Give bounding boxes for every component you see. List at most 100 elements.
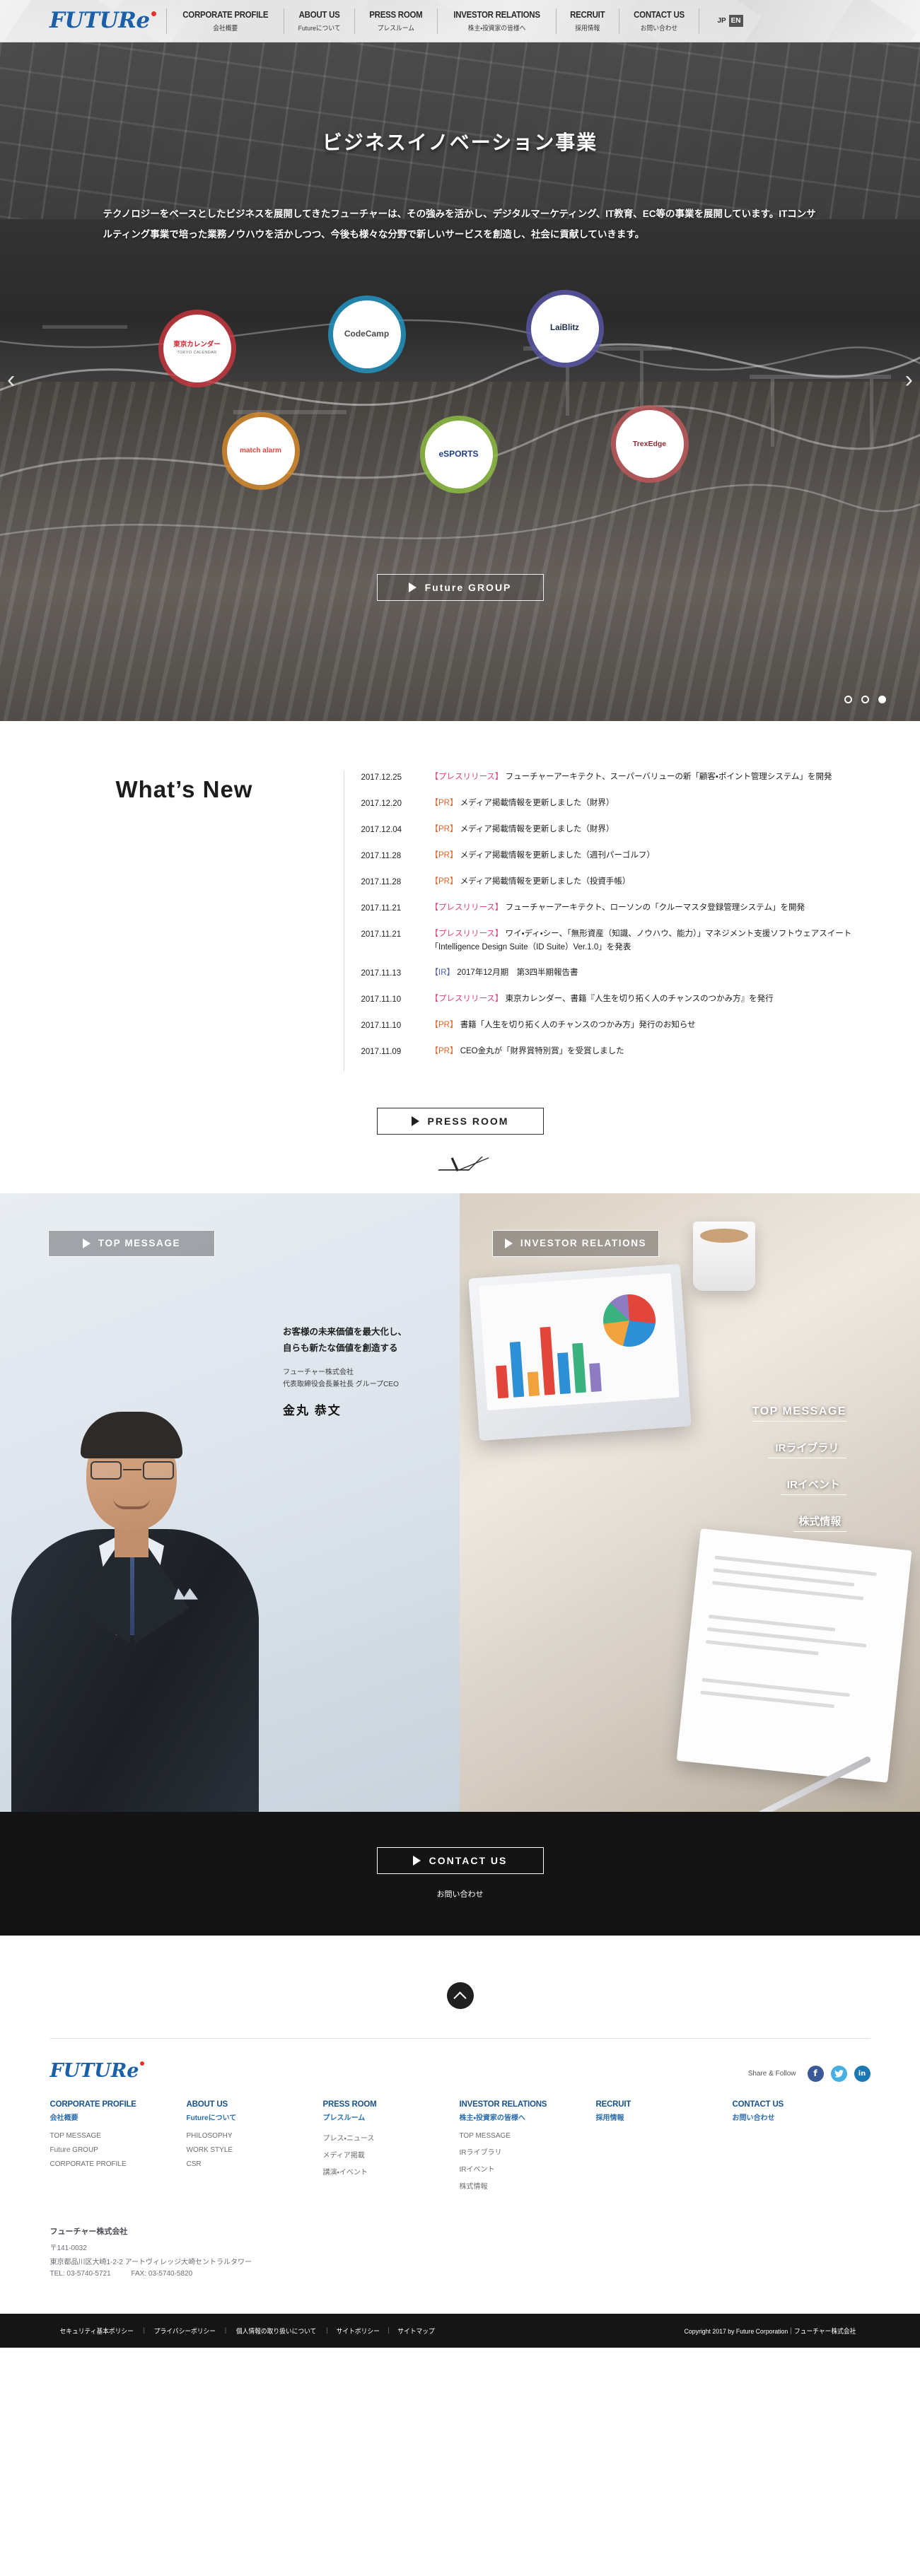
hero-future-group-button[interactable]: Future GROUP <box>376 574 544 601</box>
brand-logo-esports[interactable]: eSPORTS <box>419 416 498 493</box>
legal-link-site-policy[interactable]: サイトポリシー <box>337 2326 380 2336</box>
sitemap-link[interactable]: 講演・イベント <box>323 2166 460 2177</box>
back-to-top[interactable] <box>0 1964 920 2038</box>
nav-item-investor-relations[interactable]: INVESTOR RELATIONS 株主・投資家の皆様へ <box>438 10 556 33</box>
sitemap-link[interactable]: IRイベント <box>460 2163 596 2174</box>
slider-next-arrow[interactable]: › <box>905 368 913 392</box>
sitemap-title-jp[interactable]: 採用情報 <box>596 2112 733 2122</box>
sitemap-title-en[interactable]: RECRUIT <box>596 2100 733 2109</box>
linkedin-icon[interactable]: in <box>854 2065 870 2082</box>
slider-dot-1[interactable] <box>844 696 852 703</box>
ceo-hair <box>81 1411 182 1458</box>
scroll-down-chevron[interactable] <box>0 1156 920 1193</box>
news-item[interactable]: 2017.11.21 【プレスリリース】 ワイ・ディ・シー、「無形資産（知識、ノ… <box>361 927 860 954</box>
news-text: 【PR】 CEO金丸が「財界賞特別賞」を受賞しました <box>422 1045 624 1059</box>
nav-item-corporate-profile[interactable]: CORPORATE PROFILE 会社概要 <box>167 10 284 33</box>
site-logo[interactable]: FUTURe <box>50 10 156 32</box>
news-text: 【プレスリリース】 ワイ・ディ・シー、「無形資産（知識、ノウハウ、能力）」マネジ… <box>422 927 860 954</box>
company-tel: TEL: 03-5740-5721 <box>50 2269 111 2278</box>
news-item[interactable]: 2017.11.10 【プレスリリース】 東京カレンダー、書籍『人生を切り拓く人… <box>361 993 860 1007</box>
news-item[interactable]: 2017.12.20 【PR】 メディア掲載情報を更新しました（財界） <box>361 797 860 811</box>
sitemap-title-jp[interactable]: Futureについて <box>187 2112 323 2122</box>
nav-label-en: CORPORATE PROFILE <box>182 9 268 20</box>
sitemap-link[interactable]: WORK STYLE <box>187 2146 323 2154</box>
nav-item-recruit[interactable]: RECRUIT 採用情報 <box>557 10 618 33</box>
sitemap-title-jp[interactable]: 株主・投資家の皆様へ <box>460 2112 596 2122</box>
twitter-icon[interactable] <box>830 2065 847 2082</box>
ir-link-top-message[interactable]: TOP MESSAGE <box>752 1405 846 1422</box>
top-message-button[interactable]: TOP MESSAGE <box>48 1229 215 1257</box>
legal-link-privacy-policy[interactable]: プライバシーポリシー <box>154 2326 216 2336</box>
news-date: 2017.11.09 <box>361 1047 402 1056</box>
legal-link-personal-info[interactable]: 個人情報の取り扱いについて <box>236 2326 316 2336</box>
sitemap-title-jp[interactable]: 会社概要 <box>50 2112 187 2122</box>
lang-button-jp[interactable]: JP <box>715 15 729 27</box>
investor-relations-panel[interactable]: INVESTOR RELATIONS TOP MESSAGE IRライブラリ I… <box>460 1193 920 1812</box>
ir-link-events[interactable]: IRイベント <box>780 1477 846 1495</box>
ir-link-library[interactable]: IRライブラリ <box>767 1440 846 1458</box>
contact-us-button[interactable]: CONTACT US <box>376 1847 544 1875</box>
top-message-panel[interactable]: TOP MESSAGE お客様の未来価値を最大化し、 自らも新たな価値を創造する… <box>0 1193 460 1812</box>
news-tag: 【PR】 <box>430 877 458 886</box>
sitemap-title-en[interactable]: ABOUT US <box>187 2100 323 2109</box>
sitemap-link[interactable]: IRライブラリ <box>460 2146 596 2157</box>
legal-link-sitemap[interactable]: サイトマップ <box>397 2326 434 2336</box>
news-item[interactable]: 2017.11.28 【PR】 メディア掲載情報を更新しました（週刊パーゴルフ） <box>361 849 860 863</box>
brand-logo-tokyo-calendar[interactable]: 東京カレンダー TOKYO CALENDAR <box>158 310 236 387</box>
sitemap-title-jp[interactable]: プレスルーム <box>323 2112 460 2122</box>
sitemap-link[interactable]: Future GROUP <box>50 2146 187 2154</box>
lang-button-en[interactable]: EN <box>728 15 743 27</box>
investor-relations-button[interactable]: INVESTOR RELATIONS <box>492 1229 659 1257</box>
news-item[interactable]: 2017.12.04 【PR】 メディア掲載情報を更新しました（財界） <box>361 823 860 837</box>
brand-logo-laiblitz[interactable]: LaiBlitz <box>525 290 604 368</box>
nav-label-en: ABOUT US <box>298 9 340 20</box>
ir-link-stock-info[interactable]: 株式情報 <box>793 1514 846 1532</box>
sitemap-links: TOP MESSAGE IRライブラリ IRイベント 株式情報 <box>460 2132 596 2191</box>
nav-item-about-us[interactable]: ABOUT US Futureについて <box>284 10 354 33</box>
sitemap-title-en[interactable]: CORPORATE PROFILE <box>50 2100 187 2109</box>
sitemap-link[interactable]: TOP MESSAGE <box>460 2132 596 2140</box>
sitemap-title-en[interactable]: PRESS ROOM <box>323 2100 460 2109</box>
facebook-icon[interactable]: f <box>807 2065 824 2082</box>
nav-label-jp: 採用情報 <box>575 24 600 33</box>
bar-chart-graphic <box>493 1315 602 1398</box>
footer-logo[interactable]: FUTURe <box>50 2060 145 2082</box>
news-item[interactable]: 2017.11.21 【プレスリリース】 フューチャーアーキテクト、ローソンの「… <box>361 901 860 915</box>
slider-prev-arrow[interactable]: ‹ <box>7 368 15 392</box>
nav-item-press-room[interactable]: PRESS ROOM プレスルーム <box>355 10 437 33</box>
nav-label-jp: 株主・投資家の皆様へ <box>467 24 526 33</box>
sitemap-title-jp[interactable]: お問い合わせ <box>733 2112 869 2122</box>
sitemap-link[interactable]: 株式情報 <box>460 2180 596 2191</box>
news-item[interactable]: 2017.11.28 【PR】 メディア掲載情報を更新しました（投資手帳） <box>361 875 860 889</box>
slider-dot-2[interactable] <box>861 696 869 703</box>
sitemap-link[interactable]: CORPORATE PROFILE <box>50 2160 187 2168</box>
sitemap-link[interactable]: メディア掲載 <box>323 2149 460 2160</box>
brand-logo-trexedge[interactable]: TrexEdge <box>610 405 689 483</box>
feature-panels: TOP MESSAGE お客様の未来価値を最大化し、 自らも新たな価値を創造する… <box>0 1193 920 1812</box>
brand-logo-match-alarm[interactable]: match alarm <box>221 412 300 490</box>
sitemap-link[interactable]: TOP MESSAGE <box>50 2132 187 2140</box>
news-item[interactable]: 2017.11.10 【PR】 書籍「人生を切り拓く人のチャンスのつかみ方」発行… <box>361 1019 860 1033</box>
brand-label: TrexEdge <box>632 439 667 448</box>
sitemap-link[interactable]: プレス・ニュース <box>323 2132 460 2143</box>
news-item[interactable]: 2017.11.09 【PR】 CEO金丸が「財界賞特別賞」を受賞しました <box>361 1045 860 1059</box>
sitemap-title-en[interactable]: INVESTOR RELATIONS <box>460 2100 596 2109</box>
company-name: フューチャー株式会社 <box>50 2227 128 2236</box>
company-postal-code: 〒141-0032 <box>50 2244 87 2252</box>
slider-dot-3[interactable] <box>878 696 886 703</box>
sitemap-title-en[interactable]: CONTACT US <box>733 2100 869 2109</box>
play-triangle-icon <box>412 1856 421 1866</box>
nav-label-en: CONTACT US <box>633 9 685 20</box>
nav-item-contact-us[interactable]: CONTACT US お問い合わせ <box>619 10 699 33</box>
news-date: 2017.11.10 <box>361 1021 402 1030</box>
sitemap-link[interactable]: PHILOSOPHY <box>187 2132 323 2140</box>
news-item[interactable]: 2017.12.25 【プレスリリース】 フューチャーアーキテクト、スーパーバリ… <box>361 771 860 785</box>
legal-link-security-policy[interactable]: セキュリティ基本ポリシー <box>60 2326 134 2336</box>
news-item[interactable]: 2017.11.13 【IR】 2017年12月期 第3四半期報告書 <box>361 966 860 980</box>
news-date: 2017.11.13 <box>361 968 402 978</box>
brand-logo-codecamp[interactable]: CodeCamp <box>327 295 406 373</box>
sitemap-link[interactable]: CSR <box>187 2160 323 2168</box>
legal-bar: セキュリティ基本ポリシー | プライバシーポリシー | 個人情報の取り扱いについ… <box>0 2313 920 2348</box>
news-text: 【プレスリリース】 フューチャーアーキテクト、スーパーバリューの新「顧客・ポイン… <box>422 771 832 785</box>
press-room-button[interactable]: PRESS ROOM <box>376 1107 544 1135</box>
